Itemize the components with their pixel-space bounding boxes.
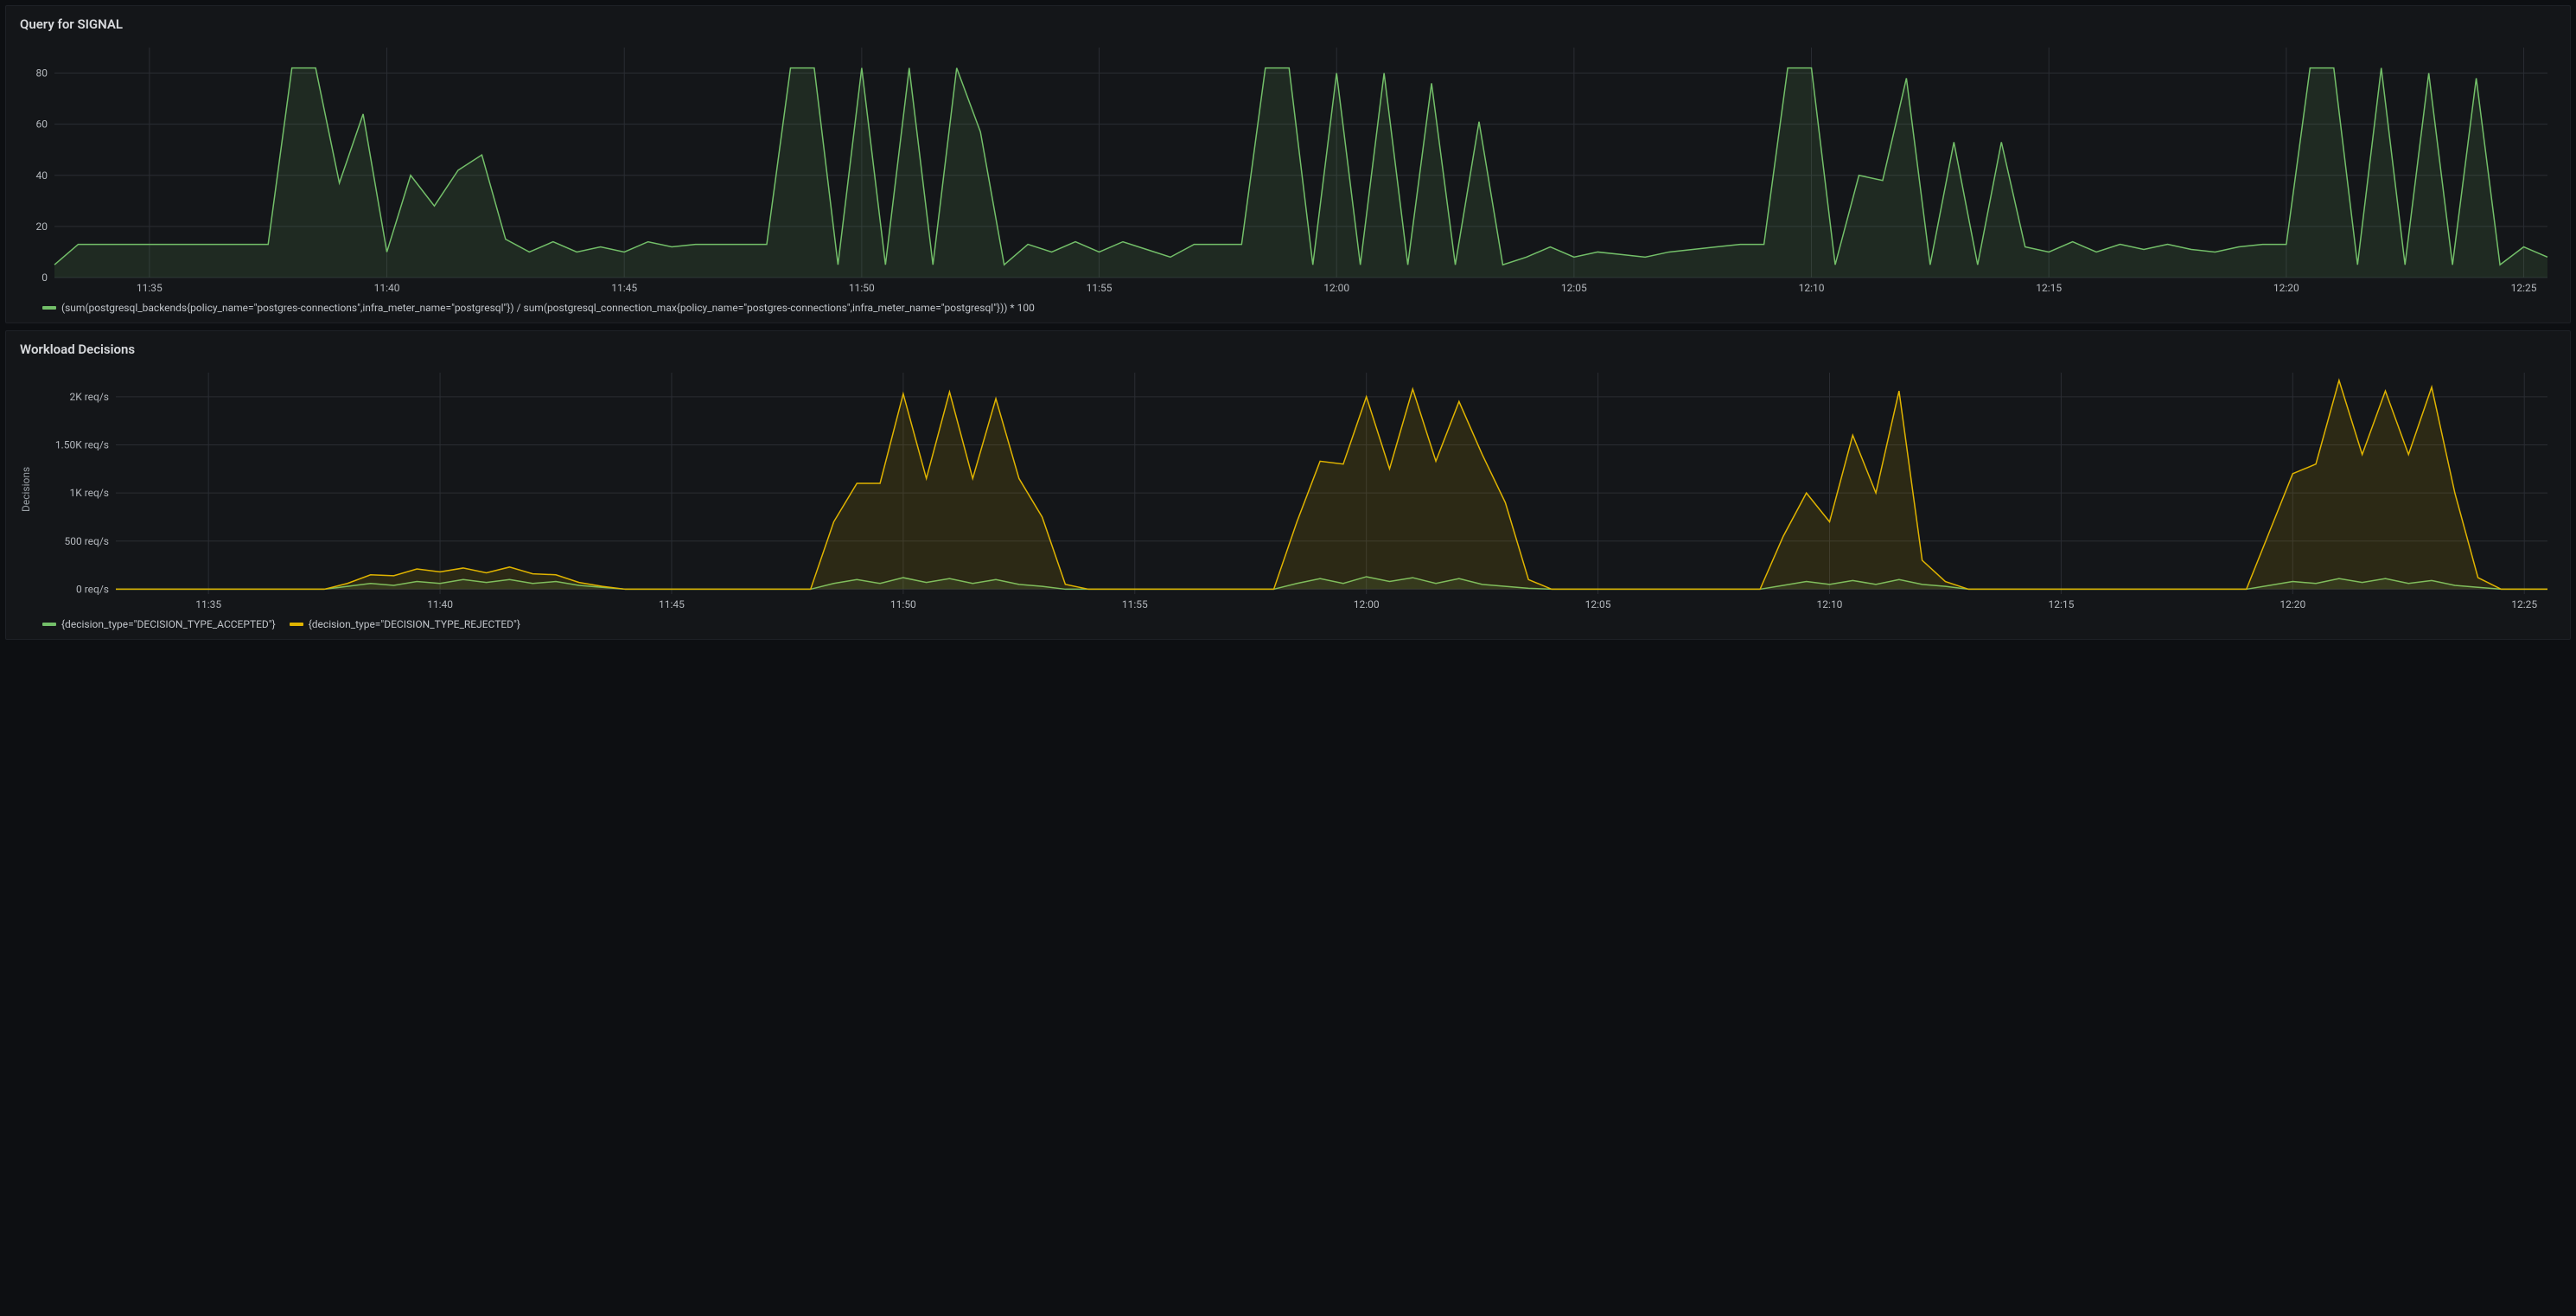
svg-text:12:10: 12:10 (1799, 282, 1825, 294)
svg-text:12:10: 12:10 (1817, 598, 1843, 610)
svg-text:11:40: 11:40 (374, 282, 400, 294)
svg-text:12:15: 12:15 (2048, 598, 2074, 610)
svg-text:1K req/s: 1K req/s (69, 487, 109, 499)
svg-text:11:45: 11:45 (611, 282, 637, 294)
panel-title-workload: Workload Decisions (20, 342, 2558, 357)
svg-text:11:55: 11:55 (1087, 282, 1113, 294)
svg-text:12:05: 12:05 (1561, 282, 1587, 294)
swatch-icon (290, 623, 303, 626)
svg-text:1.50K req/s: 1.50K req/s (55, 438, 109, 450)
svg-text:12:00: 12:00 (1354, 598, 1380, 610)
svg-text:2K req/s: 2K req/s (69, 391, 109, 403)
svg-text:0 req/s: 0 req/s (76, 583, 109, 595)
svg-text:12:05: 12:05 (1585, 598, 1611, 610)
swatch-icon (42, 306, 56, 310)
legend-label: (sum(postgresql_backends{policy_name="po… (61, 302, 1035, 314)
svg-text:12:25: 12:25 (2511, 598, 2537, 610)
svg-text:12:25: 12:25 (2511, 282, 2537, 294)
legend-item-rejected[interactable]: {decision_type="DECISION_TYPE_REJECTED"} (290, 618, 520, 630)
svg-text:11:40: 11:40 (427, 598, 453, 610)
svg-text:11:50: 11:50 (849, 282, 875, 294)
panel-workload: Workload Decisions Decisions 0 req/s 500 … (5, 330, 2571, 640)
legend-label: {decision_type="DECISION_TYPE_ACCEPTED"} (61, 618, 276, 630)
svg-text:11:55: 11:55 (1122, 598, 1148, 610)
legend-signal: (sum(postgresql_backends{policy_name="po… (18, 298, 2558, 317)
panel-signal: Query for SIGNAL 0 20 40 60 80 11:35 11:40 11:4… (5, 5, 2571, 323)
legend-item-signal-query[interactable]: (sum(postgresql_backends{policy_name="po… (42, 302, 1035, 314)
svg-text:20: 20 (36, 220, 48, 233)
svg-text:500 req/s: 500 req/s (65, 535, 110, 547)
svg-text:11:35: 11:35 (195, 598, 221, 610)
svg-text:60: 60 (36, 118, 48, 131)
svg-text:12:15: 12:15 (2036, 282, 2062, 294)
svg-text:11:50: 11:50 (890, 598, 916, 610)
legend-workload: {decision_type="DECISION_TYPE_ACCEPTED"}… (18, 615, 2558, 634)
svg-text:40: 40 (36, 169, 48, 182)
swatch-icon (42, 623, 56, 626)
legend-label: {decision_type="DECISION_TYPE_REJECTED"} (309, 618, 520, 630)
svg-text:12:20: 12:20 (2273, 282, 2299, 294)
svg-text:80: 80 (36, 67, 48, 80)
svg-text:0: 0 (41, 272, 48, 284)
chart-workload[interactable]: 0 req/s 500 req/s 1K req/s 1.50K req/s 2K re… (34, 364, 2558, 615)
chart-signal[interactable]: 0 20 40 60 80 11:35 11:40 11:45 11:50 11:55 12:00 1… (18, 39, 2558, 298)
panel-title-signal: Query for SIGNAL (20, 16, 2558, 32)
dashboard: Query for SIGNAL 0 20 40 60 80 11:35 11:40 11:4… (0, 0, 2576, 645)
y-axis-label: Decisions (18, 364, 34, 615)
svg-text:12:20: 12:20 (2280, 598, 2305, 610)
svg-text:12:00: 12:00 (1323, 282, 1349, 294)
svg-text:11:45: 11:45 (659, 598, 685, 610)
svg-text:11:35: 11:35 (137, 282, 163, 294)
legend-item-accepted[interactable]: {decision_type="DECISION_TYPE_ACCEPTED"} (42, 618, 276, 630)
